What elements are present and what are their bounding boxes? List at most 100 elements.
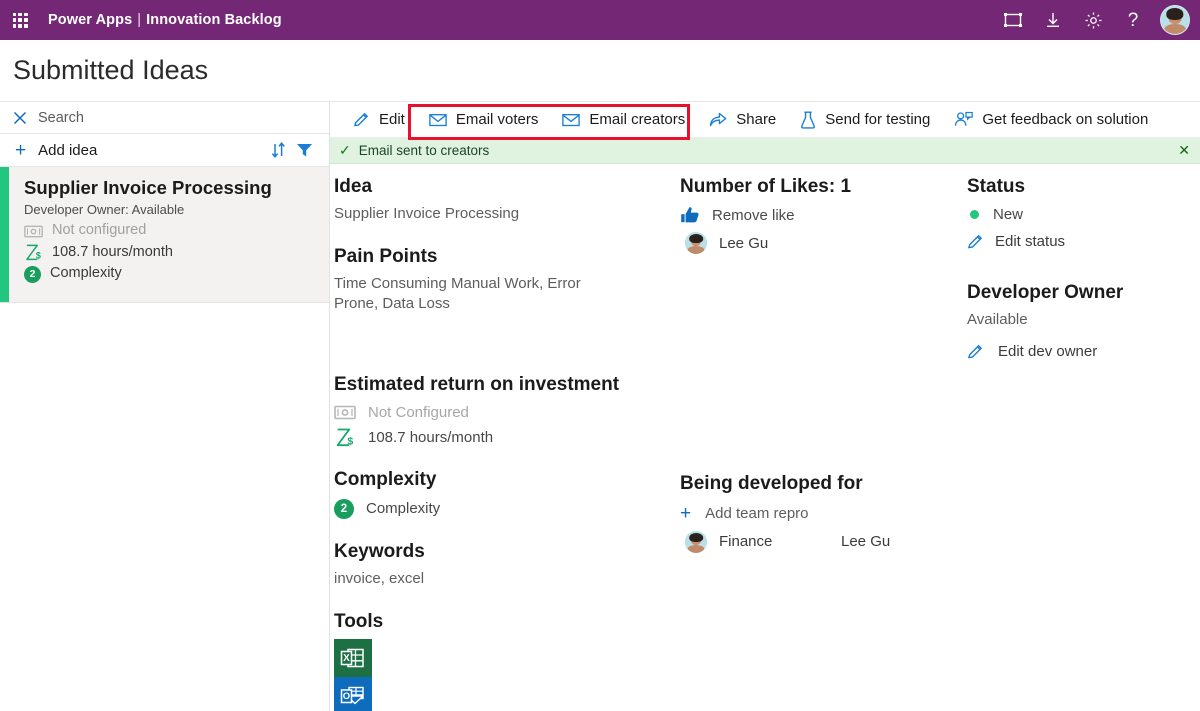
app-name[interactable]: Power Apps xyxy=(48,12,132,28)
add-idea-row: + Add idea xyxy=(0,134,329,167)
app-page-name[interactable]: Innovation Backlog xyxy=(146,12,282,28)
idea-value: Supplier Invoice Processing xyxy=(334,204,520,222)
settings-gear-icon[interactable] xyxy=(1074,0,1112,40)
edit-status-button[interactable]: Edit status xyxy=(967,233,1200,250)
plus-icon[interactable]: + xyxy=(15,141,26,160)
idea-status-accent xyxy=(0,167,9,302)
top-app-bar: Power Apps | Innovation Backlog ? xyxy=(0,0,1200,40)
get-feedback-button[interactable]: Get feedback on solution xyxy=(942,102,1160,138)
outlook-tool-icon[interactable]: O xyxy=(334,676,372,711)
svg-text:X: X xyxy=(343,653,350,664)
complexity-badge: 2 xyxy=(334,498,354,519)
edit-status-label: Edit status xyxy=(995,232,1066,250)
likes-block: Number of Likes: 1 Remove like Lee Gu xyxy=(680,176,967,254)
status-dot-icon xyxy=(970,209,979,219)
idea-card-hours: $ 108.7 hours/month xyxy=(24,243,272,263)
edit-label: Edit xyxy=(379,111,405,128)
edit-button[interactable]: Edit xyxy=(341,102,417,138)
roi-money-row: Not Configured xyxy=(334,404,680,421)
detail-column-middle: Number of Likes: 1 Remove like Lee Gu Be… xyxy=(680,176,967,711)
body-split: Search + Add idea Supplier Invoice Proce xyxy=(0,102,1200,711)
likes-heading: Number of Likes: 1 xyxy=(680,176,852,197)
keywords-value: invoice, excel xyxy=(334,569,425,587)
email-voters-button[interactable]: Email voters xyxy=(417,102,551,138)
thumbs-up-icon xyxy=(680,206,700,224)
ideas-sidebar: Search + Add idea Supplier Invoice Proce xyxy=(0,102,330,711)
person-feedback-icon xyxy=(954,111,974,128)
pain-points-block: Pain Points Time Consuming Manual Work, … xyxy=(334,246,680,314)
avatar[interactable] xyxy=(1160,5,1190,35)
share-icon xyxy=(709,111,727,128)
idea-card-roi: Not configured xyxy=(24,221,272,241)
help-glyph: ? xyxy=(1127,9,1139,31)
roi-hours-row: $ 108.7 hours/month xyxy=(334,428,680,447)
add-idea-button[interactable]: Add idea xyxy=(38,142,97,159)
roi-money-label: Not Configured xyxy=(368,404,469,422)
pencil-icon xyxy=(353,111,370,128)
keywords-heading: Keywords xyxy=(334,540,425,562)
svg-text:$: $ xyxy=(347,436,353,447)
idea-block: Idea Supplier Invoice Processing xyxy=(334,176,680,224)
pencil-icon xyxy=(967,233,984,250)
fullscreen-icon[interactable] xyxy=(994,0,1032,40)
checkmark-icon: ✓ xyxy=(339,142,351,158)
get-feedback-label: Get feedback on solution xyxy=(982,111,1149,128)
list-item[interactable]: Supplier Invoice Processing Developer Ow… xyxy=(0,167,329,303)
sort-icon[interactable] xyxy=(265,142,291,158)
idea-card-title: Supplier Invoice Processing xyxy=(24,177,272,198)
notification-message: Email sent to creators xyxy=(358,143,490,158)
tools-list: X O xyxy=(334,638,680,711)
list-item: Lee Gu xyxy=(680,232,967,254)
idea-card-hours-label: 108.7 hours/month xyxy=(52,243,173,260)
command-bar: Edit Email voters Email creators Share S… xyxy=(330,102,1200,140)
excel-tool-icon[interactable]: X xyxy=(334,638,372,677)
avatar-photo xyxy=(1161,6,1189,34)
close-icon[interactable] xyxy=(13,111,27,125)
tools-heading: Tools xyxy=(334,610,384,632)
close-icon[interactable]: ✕ xyxy=(1178,142,1190,159)
complexity-label: Complexity xyxy=(366,500,441,518)
email-creators-button[interactable]: Email creators xyxy=(550,102,697,138)
complexity-block: Complexity 2 Complexity xyxy=(334,469,680,519)
app-launcher-waffle-icon[interactable] xyxy=(0,0,40,40)
keywords-block: Keywords invoice, excel xyxy=(334,541,680,589)
roi-hours-label: 108.7 hours/month xyxy=(368,429,494,447)
table-row: Finance Lee Gu xyxy=(680,530,967,553)
status-heading: Status xyxy=(967,176,1026,197)
search-input[interactable]: Search xyxy=(0,102,329,134)
hourglass-dollar-icon: $ xyxy=(334,428,356,447)
plus-icon: + xyxy=(680,502,692,524)
idea-detail-pane: Edit Email voters Email creators Share S… xyxy=(330,102,1200,711)
waffle-grid xyxy=(12,12,28,28)
envelope-icon xyxy=(562,113,581,127)
search-placeholder: Search xyxy=(38,109,84,126)
idea-heading: Idea xyxy=(334,176,373,197)
complexity-badge: 2 xyxy=(24,265,41,283)
brand-divider: | xyxy=(137,12,142,28)
svg-text:$: $ xyxy=(36,251,41,261)
idea-card-body: Supplier Invoice Processing Developer Ow… xyxy=(9,167,282,302)
edit-dev-owner-button[interactable]: Edit dev owner xyxy=(967,343,1200,360)
help-icon[interactable]: ? xyxy=(1114,0,1152,40)
send-for-testing-button[interactable]: Send for testing xyxy=(788,102,942,138)
complexity-heading: Complexity xyxy=(334,469,437,491)
status-value: New xyxy=(993,205,1024,223)
edit-dev-owner-label: Edit dev owner xyxy=(998,342,1098,360)
envelope-icon xyxy=(429,113,447,127)
filter-icon[interactable] xyxy=(291,142,317,158)
page-title: Submitted Ideas xyxy=(13,55,209,85)
share-button[interactable]: Share xyxy=(697,102,788,138)
download-icon[interactable] xyxy=(1034,0,1072,40)
idea-card-complexity-label: Complexity xyxy=(50,265,122,282)
add-team-repro-button[interactable]: + Add team repro xyxy=(680,504,967,523)
voter-name: Lee Gu xyxy=(719,234,769,252)
add-team-repro-label: Add team repro xyxy=(705,504,809,522)
pain-points-value: Time Consuming Manual Work, Error Prone,… xyxy=(334,274,581,313)
page-title-bar: Submitted Ideas xyxy=(0,40,1200,102)
remove-like-button[interactable]: Remove like xyxy=(680,206,967,224)
status-block: Status New Edit status xyxy=(967,176,1200,250)
avatar xyxy=(685,530,707,553)
idea-card-roi-label: Not configured xyxy=(52,222,147,239)
idea-card-complexity: 2 Complexity xyxy=(24,264,272,284)
notification-banner: ✓ Email sent to creators ✕ xyxy=(330,138,1200,164)
